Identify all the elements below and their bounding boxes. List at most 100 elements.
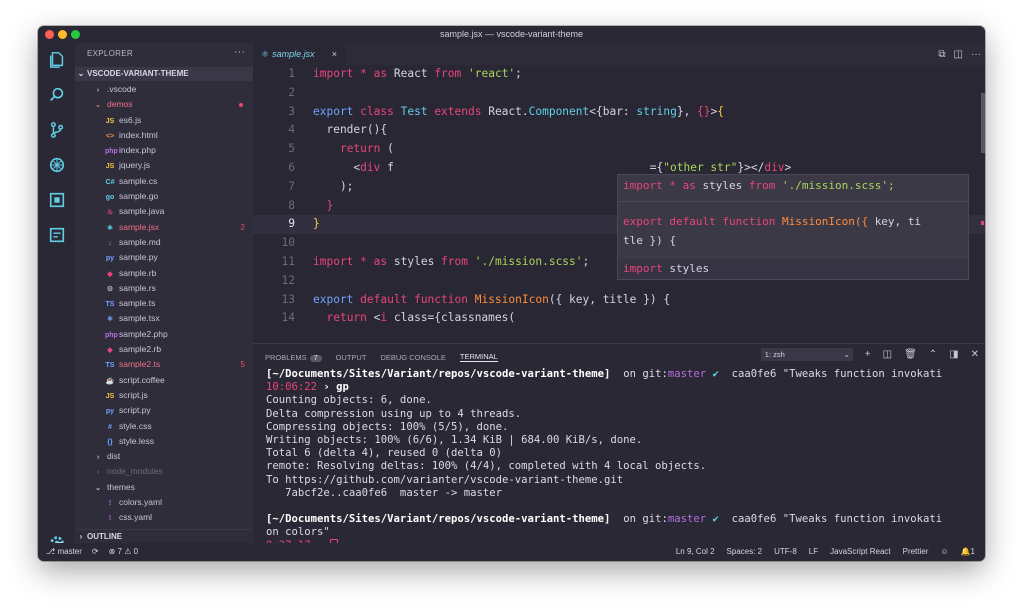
tree-item[interactable]: › dist bbox=[75, 449, 253, 464]
code-line[interactable]: 3 export class Test extends React.Compone… bbox=[253, 103, 985, 122]
tree-item-label: dist bbox=[107, 451, 121, 462]
tree-item[interactable]: ↓ sample.md bbox=[75, 235, 253, 250]
language-mode[interactable]: JavaScript React bbox=[830, 543, 890, 561]
file-type-icon: <> bbox=[105, 132, 115, 140]
tree-item[interactable]: C# sample.cs bbox=[75, 174, 253, 189]
code-line[interactable]: 2 bbox=[253, 84, 985, 103]
code-line[interactable]: 13 export default function MissionIcon({ … bbox=[253, 291, 985, 310]
tree-item[interactable]: ☕ script.coffee bbox=[75, 373, 253, 388]
file-type-icon: ⚙ bbox=[106, 285, 114, 293]
terminal-panel-icon[interactable] bbox=[47, 225, 67, 245]
tree-item[interactable]: JS script.js bbox=[75, 388, 253, 403]
tree-item[interactable]: › .vscode bbox=[75, 82, 253, 97]
kill-terminal-icon[interactable]: 🗑 bbox=[904, 349, 917, 360]
cursor-position[interactable]: Ln 9, Col 2 bbox=[676, 543, 715, 561]
source-control-icon[interactable] bbox=[47, 120, 67, 140]
maximize-window-button[interactable] bbox=[71, 30, 80, 39]
bottom-panel: PROBLEMS 7 OUTPUT DEBUG CONSOLE TERMINAL … bbox=[253, 343, 985, 553]
tree-item[interactable]: ⚛ sample.jsx 2 bbox=[75, 220, 253, 235]
outline-section-header[interactable]: › OUTLINE bbox=[75, 529, 253, 544]
branch-status[interactable]: ⎇ master bbox=[46, 543, 82, 561]
indentation[interactable]: Spaces: 2 bbox=[727, 543, 763, 561]
close-panel-icon[interactable]: ✕ bbox=[971, 349, 979, 360]
tree-item[interactable]: ◆ sample2.rb bbox=[75, 342, 253, 357]
tab-problems[interactable]: PROBLEMS 7 bbox=[265, 353, 322, 362]
tree-item[interactable]: JS es6.js bbox=[75, 113, 253, 128]
tab-sample-jsx[interactable]: ⚛ sample.jsx × bbox=[253, 43, 345, 65]
tree-item[interactable]: ◆ sample.rb bbox=[75, 266, 253, 281]
tree-item-label: sample.py bbox=[119, 252, 158, 263]
problems-status[interactable]: ⊗ 7 ⚠ 0 bbox=[109, 543, 138, 561]
tree-item-label: sample.rb bbox=[119, 267, 157, 278]
tree-item[interactable]: {} style.less bbox=[75, 434, 253, 449]
toggle-panel-icon[interactable]: ◨ bbox=[949, 349, 958, 360]
tree-item[interactable]: ⚛ sample.tsx bbox=[75, 311, 253, 326]
code-text: } bbox=[313, 217, 320, 231]
code-text: render(){ bbox=[313, 123, 388, 137]
notifications[interactable]: 🔔1 bbox=[961, 543, 975, 561]
tree-item[interactable]: ♨ sample.java bbox=[75, 204, 253, 219]
tree-item[interactable]: <> index.html bbox=[75, 128, 253, 143]
debug-icon[interactable] bbox=[47, 155, 67, 175]
code-line[interactable]: 5 return ( bbox=[253, 140, 985, 159]
tree-item[interactable]: › node_modules bbox=[75, 464, 253, 479]
extensions-icon[interactable] bbox=[47, 190, 67, 210]
file-type-icon: ◆ bbox=[107, 347, 113, 355]
formatter[interactable]: Prettier bbox=[903, 543, 929, 561]
minimize-window-button[interactable] bbox=[58, 30, 67, 39]
more-actions-icon[interactable]: ··· bbox=[234, 46, 245, 58]
tree-item[interactable]: ⚙ sample.rs bbox=[75, 281, 253, 296]
tab-output[interactable]: OUTPUT bbox=[336, 353, 367, 362]
tree-item[interactable]: ⌄ demos bbox=[75, 97, 253, 112]
tree-item[interactable]: ⌄ themes bbox=[75, 480, 253, 495]
tree-item[interactable]: py sample.py bbox=[75, 250, 253, 265]
tree-item[interactable]: go sample.go bbox=[75, 189, 253, 204]
tree-item[interactable]: ! colors.yaml bbox=[75, 495, 253, 510]
code-line[interactable]: 14 return <i class={classnames( bbox=[253, 309, 985, 328]
feedback-smiley-icon[interactable]: ☺ bbox=[940, 543, 948, 561]
split-editor-icon[interactable]: ◫ bbox=[954, 49, 963, 60]
terminal-select[interactable]: 1: zsh ⌄ bbox=[760, 348, 853, 361]
line-number: 11 bbox=[281, 255, 295, 268]
tree-item[interactable]: TS sample2.ts 5 bbox=[75, 357, 253, 372]
tree-item[interactable]: TS sample.ts bbox=[75, 296, 253, 311]
tree-item[interactable]: JS jquery.js bbox=[75, 158, 253, 173]
tree-item[interactable]: phpsample2.php bbox=[75, 327, 253, 342]
terminal-line: Writing objects: 100% (6/6), 1.34 KiB | … bbox=[266, 433, 643, 446]
maximize-panel-icon[interactable]: ⌃ bbox=[929, 349, 937, 360]
file-type-icon: ⚛ bbox=[106, 224, 114, 232]
tree-item-label: script.js bbox=[119, 389, 148, 400]
split-terminal-icon[interactable]: ◫ bbox=[883, 349, 892, 360]
open-changes-icon[interactable]: ⧉ bbox=[938, 49, 945, 60]
new-terminal-icon[interactable]: + bbox=[865, 349, 871, 360]
terminal-line: Counting objects: 6, done. bbox=[266, 394, 432, 407]
file-type-icon: ! bbox=[108, 515, 112, 523]
terminal-output[interactable]: [~/Documents/Sites/Variant/repos/vscode-… bbox=[266, 368, 978, 553]
sync-icon[interactable]: ⟳ bbox=[92, 543, 99, 561]
tab-terminal[interactable]: TERMINAL bbox=[459, 352, 498, 362]
code-line[interactable]: 1 import * as React from 'react'; bbox=[253, 65, 985, 84]
activity-bar: 1 bbox=[38, 43, 75, 553]
code-line[interactable]: 4 render(){ bbox=[253, 121, 985, 140]
more-actions-icon[interactable]: ··· bbox=[971, 49, 981, 60]
tree-item[interactable]: phpindex.php bbox=[75, 143, 253, 158]
file-type-icon: › bbox=[96, 469, 100, 477]
end-of-line[interactable]: LF bbox=[809, 543, 818, 561]
tree-item[interactable]: ! css.yaml bbox=[75, 510, 253, 525]
file-type-icon: ⚛ bbox=[106, 316, 114, 324]
tab-label: sample.jsx bbox=[272, 49, 315, 59]
close-window-button[interactable] bbox=[45, 30, 54, 39]
tree-item[interactable]: # style.css bbox=[75, 419, 253, 434]
problems-count-badge: 7 bbox=[309, 354, 322, 362]
tab-debug-console[interactable]: DEBUG CONSOLE bbox=[380, 353, 445, 362]
scrollbar-thumb[interactable] bbox=[981, 93, 985, 153]
code-text: } bbox=[326, 198, 334, 212]
explorer-icon[interactable] bbox=[47, 50, 67, 70]
tree-item[interactable]: py script.py bbox=[75, 403, 253, 418]
close-tab-icon[interactable]: × bbox=[332, 43, 337, 65]
code-text: export default function MissionIcon({ ke… bbox=[313, 292, 671, 306]
tree-item-label: style.css bbox=[119, 420, 152, 431]
encoding[interactable]: UTF-8 bbox=[774, 543, 797, 561]
workspace-section-header[interactable]: ⌄ VSCODE-VARIANT-THEME bbox=[75, 67, 253, 81]
search-icon[interactable] bbox=[47, 85, 67, 105]
